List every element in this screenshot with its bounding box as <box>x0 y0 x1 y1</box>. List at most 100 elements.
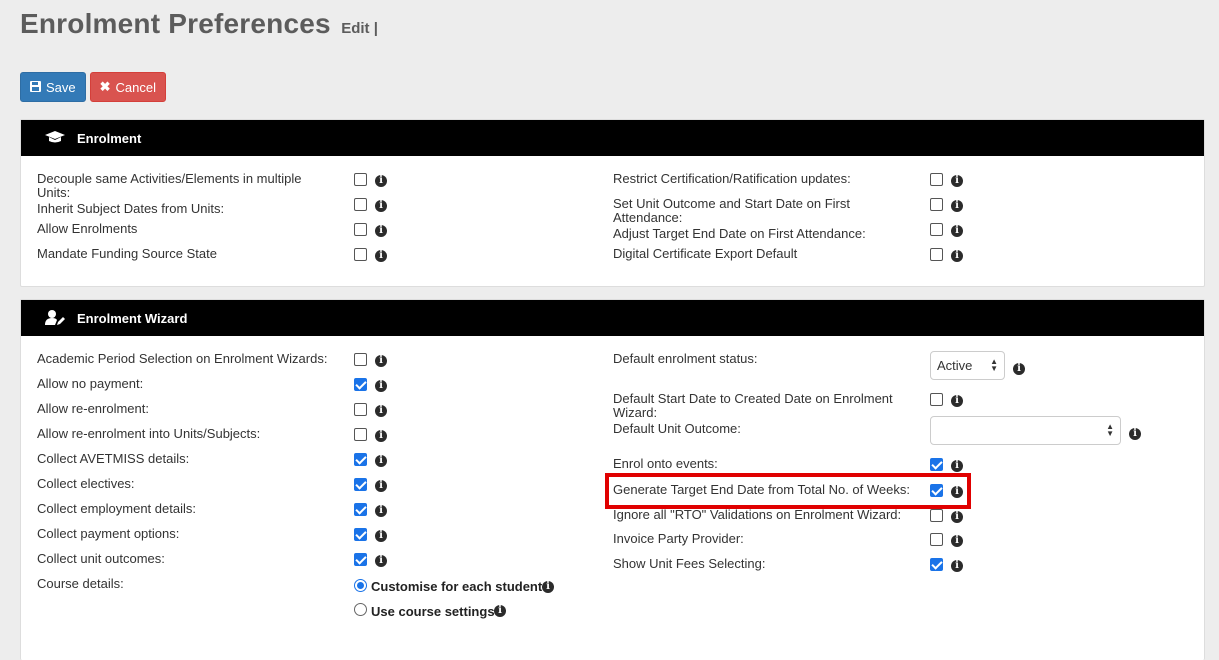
use-course-settings-label[interactable]: Use course settings <box>371 604 495 619</box>
collect-unit-outcomes-label: Collect unit outcomes: <box>37 551 165 566</box>
digital-cert-checkbox[interactable] <box>930 248 943 261</box>
toolbar: Save ✖ Cancel <box>20 72 167 102</box>
default-unit-outcome-select[interactable]: ▲ ▼ <box>930 416 1121 445</box>
enrol-events-label: Enrol onto events: <box>613 456 718 471</box>
course-details-label: Course details: <box>37 576 124 591</box>
page-subtitle-edit: Edit | <box>341 20 378 37</box>
collect-electives-checkbox[interactable] <box>354 478 367 491</box>
default-status-select[interactable]: Active ▲ ▼ <box>930 351 1005 380</box>
digital-cert-label: Digital Certificate Export Default <box>613 246 798 261</box>
info-icon[interactable]: i <box>375 405 387 417</box>
allow-enrolments-label: Allow Enrolments <box>37 221 138 236</box>
page-header: Enrolment Preferences Edit | <box>20 8 378 48</box>
save-button[interactable]: Save <box>20 72 86 102</box>
info-icon[interactable]: i <box>375 455 387 467</box>
default-start-date-label-2: Wizard: <box>613 405 658 420</box>
default-status-label: Default enrolment status: <box>613 351 758 366</box>
generate-target-label: Generate Target End Date from Total No. … <box>613 482 910 497</box>
use-course-settings-radio[interactable] <box>354 603 367 616</box>
show-unit-fees-checkbox[interactable] <box>930 558 943 571</box>
collect-payment-label: Collect payment options: <box>37 526 180 541</box>
graduation-cap-icon <box>45 130 65 146</box>
decouple-checkbox[interactable] <box>354 173 367 186</box>
save-label: Save <box>46 79 76 95</box>
allow-reenrolment-label: Allow re-enrolment: <box>37 401 149 416</box>
collect-electives-label: Collect electives: <box>37 476 135 491</box>
default-unit-outcome-label: Default Unit Outcome: <box>613 421 741 436</box>
page-title: Enrolment Preferences <box>20 8 331 39</box>
info-icon[interactable]: i <box>375 505 387 517</box>
allow-reenrolment-checkbox[interactable] <box>354 403 367 416</box>
allow-reenrolment-units-checkbox[interactable] <box>354 428 367 441</box>
info-icon[interactable]: i <box>951 250 963 262</box>
info-icon[interactable]: i <box>375 480 387 492</box>
generate-target-checkbox[interactable] <box>930 484 943 497</box>
info-icon[interactable]: i <box>375 555 387 567</box>
enrolment-panel-header: Enrolment <box>21 120 1204 156</box>
info-icon[interactable]: i <box>375 200 387 212</box>
info-icon[interactable]: i <box>951 535 963 547</box>
allow-enrolments-checkbox[interactable] <box>354 223 367 236</box>
info-icon[interactable]: i <box>951 225 963 237</box>
info-icon[interactable]: i <box>494 605 506 617</box>
info-icon[interactable]: i <box>375 355 387 367</box>
enrol-events-checkbox[interactable] <box>930 458 943 471</box>
info-icon[interactable]: i <box>375 175 387 187</box>
invoice-party-label: Invoice Party Provider: <box>613 531 744 546</box>
collect-unit-outcomes-checkbox[interactable] <box>354 553 367 566</box>
info-icon[interactable]: i <box>951 175 963 187</box>
academic-period-checkbox[interactable] <box>354 353 367 366</box>
info-icon[interactable]: i <box>1129 428 1141 440</box>
default-status-value: Active <box>937 358 973 373</box>
customise-radio[interactable] <box>354 579 367 592</box>
info-icon[interactable]: i <box>951 395 963 407</box>
mandate-funding-label: Mandate Funding Source State <box>37 246 217 261</box>
academic-period-label: Academic Period Selection on Enrolment W… <box>37 351 328 366</box>
show-unit-fees-label: Show Unit Fees Selecting: <box>613 556 766 571</box>
cancel-button[interactable]: ✖ Cancel <box>89 72 167 102</box>
info-icon[interactable]: i <box>375 225 387 237</box>
info-icon[interactable]: i <box>375 530 387 542</box>
decouple-label-1: Decouple same Activities/Elements in mul… <box>37 171 302 186</box>
set-unit-outcome-checkbox[interactable] <box>930 198 943 211</box>
info-icon[interactable]: i <box>951 560 963 572</box>
invoice-party-checkbox[interactable] <box>930 533 943 546</box>
wizard-panel-title: Enrolment Wizard <box>77 310 188 326</box>
select-arrows-icon: ▲ ▼ <box>990 357 998 373</box>
collect-avetmiss-checkbox[interactable] <box>354 453 367 466</box>
decouple-label-2: Units: <box>37 185 71 200</box>
set-unit-outcome-label-2: Attendance: <box>613 210 683 225</box>
collect-payment-checkbox[interactable] <box>354 528 367 541</box>
allow-no-payment-checkbox[interactable] <box>354 378 367 391</box>
enrolment-panel-title: Enrolment <box>77 130 142 146</box>
collect-employment-label: Collect employment details: <box>37 501 196 516</box>
wizard-panel-header: Enrolment Wizard <box>21 300 1204 336</box>
restrict-cert-checkbox[interactable] <box>930 173 943 186</box>
select-arrows-icon: ▲ ▼ <box>1106 422 1114 438</box>
allow-no-payment-label: Allow no payment: <box>37 376 144 391</box>
info-icon[interactable]: i <box>951 200 963 212</box>
default-start-date-label-1: Default Start Date to Created Date on En… <box>613 391 893 406</box>
info-icon[interactable]: i <box>951 486 963 498</box>
default-start-date-checkbox[interactable] <box>930 393 943 406</box>
collect-avetmiss-label: Collect AVETMISS details: <box>37 451 190 466</box>
inherit-dates-label: Inherit Subject Dates from Units: <box>37 201 225 216</box>
info-icon[interactable]: i <box>951 460 963 472</box>
set-unit-outcome-label-1: Set Unit Outcome and Start Date on First <box>613 196 850 211</box>
allow-reenrolment-units-label: Allow re-enrolment into Units/Subjects: <box>37 426 261 441</box>
floppy-icon <box>30 80 41 95</box>
customise-radio-label[interactable]: Customise for each student <box>371 579 542 594</box>
info-icon[interactable]: i <box>375 430 387 442</box>
adjust-target-checkbox[interactable] <box>930 223 943 236</box>
mandate-funding-checkbox[interactable] <box>354 248 367 261</box>
info-icon[interactable]: i <box>375 250 387 262</box>
collect-employment-checkbox[interactable] <box>354 503 367 516</box>
info-icon[interactable]: i <box>375 380 387 392</box>
cancel-label: Cancel <box>115 79 157 95</box>
inherit-dates-checkbox[interactable] <box>354 198 367 211</box>
adjust-target-label: Adjust Target End Date on First Attendan… <box>613 226 866 241</box>
ignore-rto-checkbox[interactable] <box>930 509 943 522</box>
info-icon[interactable]: i <box>542 581 554 593</box>
info-icon[interactable]: i <box>1013 363 1025 375</box>
info-icon[interactable]: i <box>951 511 963 523</box>
